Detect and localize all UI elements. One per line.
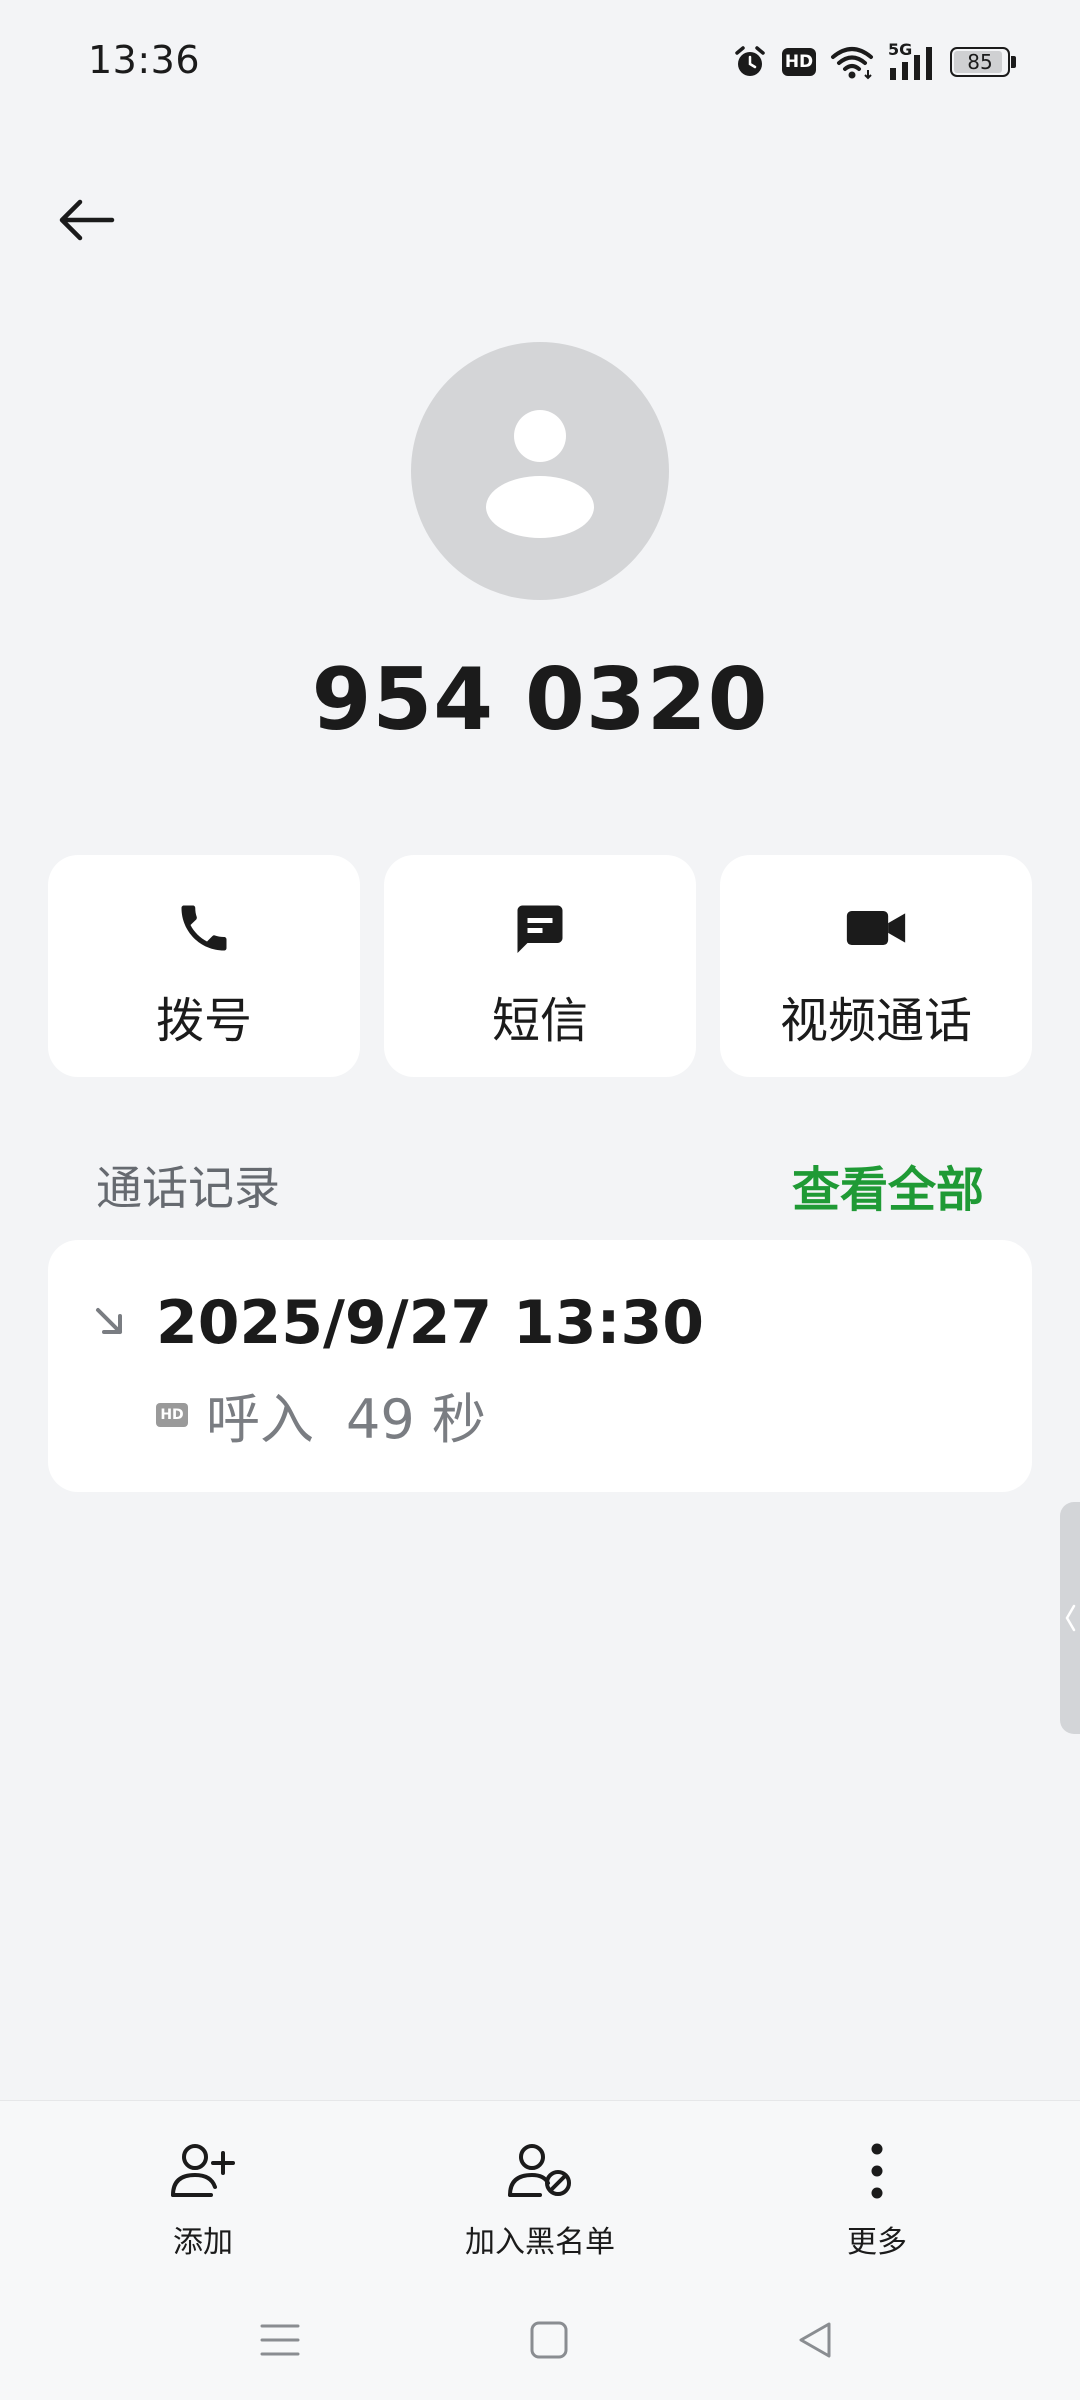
back-button[interactable]	[46, 180, 126, 260]
hd-icon: HD	[782, 48, 816, 76]
call-log-title: 通话记录	[96, 1161, 280, 1215]
edge-panel-handle[interactable]	[1060, 1502, 1080, 1734]
add-contact-icon	[171, 2144, 235, 2197]
dial-button[interactable]: 拨号	[48, 855, 360, 1077]
call-meta: HD 呼入 49 秒	[156, 1375, 486, 1454]
quick-actions: 拨号 短信 视频通话	[48, 855, 1032, 1077]
more-vertical-icon	[871, 2143, 883, 2199]
status-time: 13:36	[88, 38, 201, 82]
call-time: 2025/9/27 13:30	[156, 1288, 704, 1358]
menu-icon	[260, 2324, 300, 2356]
status-bar: 13:36 HD 5G 85	[0, 0, 1080, 124]
incoming-call-icon	[96, 1308, 122, 1334]
message-icon	[517, 905, 563, 953]
contact-name: 954 0320	[311, 650, 769, 750]
phone-icon	[181, 905, 227, 951]
add-contact-label: 添加	[173, 2225, 233, 2260]
home-square-icon	[530, 2321, 568, 2359]
video-call-label: 视频通话	[779, 993, 972, 1049]
alarm-icon	[735, 46, 765, 76]
nav-recents-button[interactable]	[240, 2300, 320, 2380]
battery-level: 85	[967, 50, 993, 74]
dial-label: 拨号	[155, 993, 252, 1049]
more-label: 更多	[847, 2225, 907, 2260]
block-contact-label: 加入黑名单	[465, 2225, 615, 2260]
call-duration: 49 秒	[346, 1388, 486, 1451]
person-icon	[486, 410, 594, 538]
avatar[interactable]	[411, 342, 669, 600]
block-contact-icon	[508, 2144, 571, 2197]
message-button[interactable]: 短信	[384, 855, 696, 1077]
video-icon	[846, 911, 906, 945]
battery-icon: 85	[950, 47, 1016, 77]
signal-icon: 5G	[888, 42, 936, 82]
view-all-link[interactable]: 查看全部	[792, 1150, 984, 1220]
more-button[interactable]: 更多	[747, 2131, 1007, 2261]
call-log-header: 通话记录 查看全部	[96, 1150, 984, 1220]
system-navigation-bar	[0, 2270, 1080, 2400]
message-label: 短信	[491, 993, 588, 1049]
hd-call-icon: HD	[156, 1402, 188, 1427]
call-type: 呼入	[206, 1388, 314, 1451]
add-contact-button[interactable]: 添加	[73, 2131, 333, 2261]
contact-detail-screen: 13:36 HD 5G 85 954 0320 拨号 短信 视频通话 通话记录 …	[0, 0, 1080, 2400]
chevron-left-icon	[1065, 1604, 1076, 1632]
wifi-icon	[831, 47, 873, 80]
nav-back-button[interactable]	[775, 2300, 855, 2380]
video-call-button[interactable]: 视频通话	[720, 855, 1032, 1077]
back-triangle-icon	[799, 2322, 831, 2358]
status-icons: HD 5G 85	[732, 38, 1016, 86]
arrow-left-icon	[59, 199, 115, 241]
nav-home-button[interactable]	[509, 2300, 589, 2380]
block-contact-button[interactable]: 加入黑名单	[410, 2131, 670, 2261]
call-log-entry[interactable]: 2025/9/27 13:30 HD 呼入 49 秒	[48, 1240, 1032, 1492]
